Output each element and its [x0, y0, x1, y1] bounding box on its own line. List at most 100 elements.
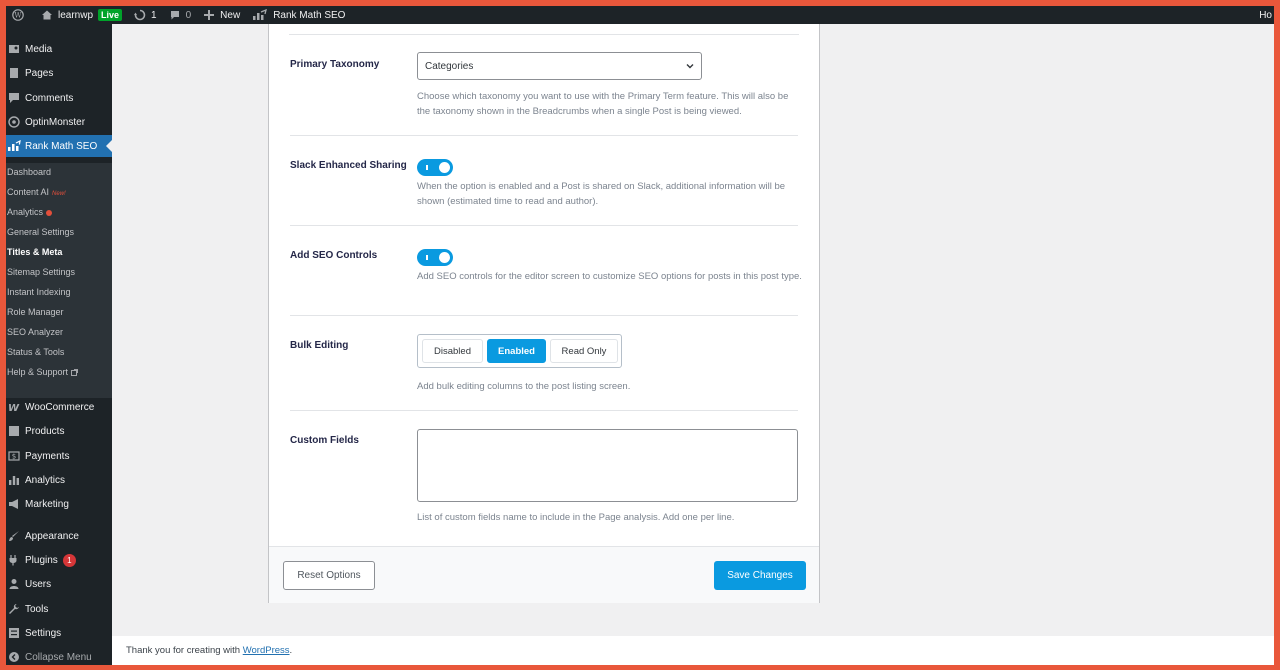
submenu-analytics[interactable]: Analytics — [7, 207, 53, 217]
menu-tools[interactable]: Tools — [6, 598, 112, 620]
menu-marketing[interactable]: Marketing — [6, 493, 112, 515]
submenu-content-ai-label: Content AI — [7, 187, 50, 197]
external-link-icon — [71, 369, 78, 376]
menu-woocommerce[interactable]: W WooCommerce — [6, 396, 112, 418]
submenu-content-ai[interactable]: Content AI New! — [7, 187, 66, 197]
submenu-status-tools[interactable]: Status & Tools — [7, 347, 64, 357]
new-label: New — [220, 9, 241, 21]
comments-count: 0 — [185, 9, 192, 21]
submenu-instant-indexing[interactable]: Instant Indexing — [7, 287, 71, 297]
menu-payments-label: Payments — [25, 450, 70, 462]
primary-taxonomy-select[interactable]: Categories — [417, 52, 702, 80]
menu-optinmonster-label: OptinMonster — [25, 116, 86, 128]
menu-settings-label: Settings — [25, 627, 62, 639]
comments-link[interactable]: 0 — [163, 6, 198, 24]
menu-products[interactable]: Products — [6, 420, 112, 442]
new-tag: New! — [52, 191, 66, 197]
menu-marketing-label: Marketing — [25, 498, 69, 510]
active-menu-arrow — [106, 140, 112, 152]
reset-options-button[interactable]: Reset Options — [283, 561, 375, 590]
toggle-knob — [439, 252, 450, 263]
submenu-seo-analyzer[interactable]: SEO Analyzer — [7, 327, 63, 337]
menu-products-label: Products — [25, 425, 65, 437]
menu-comments[interactable]: Comments — [6, 87, 112, 109]
settings-icon — [7, 626, 21, 640]
wrench-icon — [7, 602, 21, 616]
toggle-on-indicator — [426, 165, 428, 170]
menu-media-label: Media — [25, 43, 53, 55]
menu-appearance[interactable]: Appearance — [6, 525, 112, 547]
menu-appearance-label: Appearance — [25, 530, 79, 542]
rankmath-adminbar-link[interactable]: Rank Math SEO — [246, 6, 351, 24]
optinmonster-icon — [7, 115, 21, 129]
products-icon — [7, 424, 21, 438]
footer-text: Thank you for creating with — [126, 645, 241, 656]
bulk-editing-description: Add bulk editing columns to the post lis… — [417, 381, 631, 392]
menu-settings[interactable]: Settings — [6, 622, 112, 644]
paintbrush-icon — [7, 529, 21, 543]
bulk-editing-readonly-button[interactable]: Read Only — [550, 339, 618, 363]
analytics-icon — [7, 473, 21, 487]
menu-tools-label: Tools — [25, 603, 49, 615]
submenu-help-support[interactable]: Help & Support — [7, 367, 78, 377]
home-icon — [42, 10, 52, 20]
menu-comments-label: Comments — [25, 92, 74, 104]
slack-sharing-label: Slack Enhanced Sharing — [290, 160, 407, 171]
collapse-icon — [7, 650, 21, 664]
menu-media[interactable]: Media — [6, 38, 112, 60]
submenu-dashboard[interactable]: Dashboard — [7, 167, 51, 177]
save-changes-button[interactable]: Save Changes — [714, 561, 806, 590]
footer-suffix: . — [289, 645, 293, 656]
new-content-link[interactable]: New — [197, 6, 246, 24]
seo-controls-toggle[interactable] — [417, 249, 453, 266]
site-name-link[interactable]: learnwp Live — [35, 6, 128, 24]
bulk-editing-disabled-button[interactable]: Disabled — [422, 339, 483, 363]
collapse-menu-button[interactable]: Collapse Menu — [6, 646, 112, 665]
payments-icon: $ — [7, 449, 21, 463]
admin-footer: Thank you for creating with WordPress. — [112, 636, 1274, 665]
slack-sharing-toggle[interactable] — [417, 159, 453, 176]
submenu-sitemap-settings[interactable]: Sitemap Settings — [7, 267, 75, 277]
primary-taxonomy-label: Primary Taxonomy — [290, 59, 380, 70]
seo-controls-description: Add SEO controls for the editor screen t… — [417, 271, 802, 282]
settings-panel: Primary Taxonomy Categories Choose which… — [268, 24, 820, 603]
menu-optinmonster[interactable]: OptinMonster — [6, 111, 112, 133]
svg-text:W: W — [8, 403, 20, 412]
rankmath-adminbar-label: Rank Math SEO — [273, 9, 346, 21]
bulk-editing-options: Disabled Enabled Read Only — [417, 334, 622, 368]
svg-text:$: $ — [12, 453, 16, 461]
menu-pages-label: Pages — [25, 67, 54, 79]
bulk-editing-enabled-button[interactable]: Enabled — [487, 339, 546, 363]
menu-rankmath-label: Rank Math SEO — [25, 140, 98, 152]
submenu-general-settings[interactable]: General Settings — [7, 227, 74, 237]
divider — [289, 34, 799, 35]
submenu-role-manager[interactable]: Role Manager — [7, 307, 64, 317]
menu-pages[interactable]: Pages — [6, 62, 112, 84]
admin-sidebar: Media Pages Comments OptinMonster Rank M… — [6, 24, 112, 665]
menu-plugins[interactable]: Plugins 1 — [6, 549, 112, 571]
primary-taxonomy-description: Choose which taxonomy you want to use wi… — [417, 91, 789, 117]
megaphone-icon — [7, 497, 21, 511]
menu-users[interactable]: Users — [6, 573, 112, 595]
plugins-update-badge: 1 — [62, 553, 76, 567]
rankmath-submenu: Dashboard Content AI New! Analytics Gener… — [6, 163, 112, 398]
toggle-knob — [439, 162, 450, 173]
wordpress-icon: W — [12, 9, 24, 21]
custom-fields-textarea[interactable] — [417, 429, 798, 502]
menu-users-label: Users — [25, 578, 52, 590]
updates-link[interactable]: 1 — [128, 6, 163, 24]
menu-analytics[interactable]: Analytics — [6, 469, 112, 491]
seo-controls-label: Add SEO Controls — [290, 250, 378, 261]
screen-frame: W learnwp Live 1 0 New Rank Math SEO Ho — [6, 6, 1274, 665]
account-link[interactable]: Ho — [1253, 6, 1274, 24]
plug-icon — [7, 553, 21, 567]
menu-analytics-label: Analytics — [25, 474, 66, 486]
comments-icon — [7, 91, 21, 105]
wp-logo-button[interactable]: W — [6, 6, 35, 24]
wordpress-link[interactable]: WordPress — [243, 645, 290, 656]
submenu-titles-meta[interactable]: Titles & Meta — [7, 247, 62, 257]
menu-rankmath[interactable]: Rank Math SEO — [6, 135, 112, 157]
media-icon — [7, 42, 21, 56]
svg-text:W: W — [14, 12, 22, 20]
menu-payments[interactable]: $ Payments — [6, 445, 112, 467]
